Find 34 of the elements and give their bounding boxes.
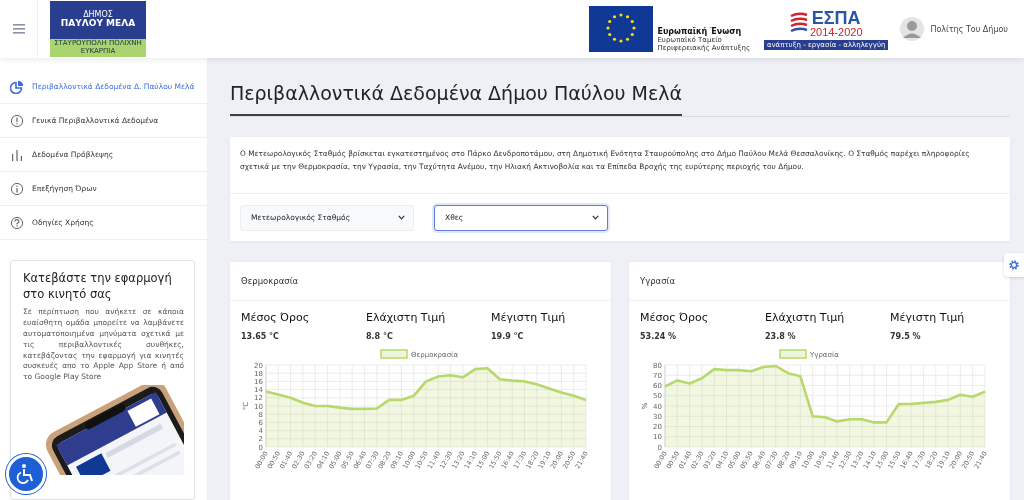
stat-value: 23.8 % — [765, 331, 797, 341]
pie-chart-icon — [10, 79, 24, 94]
stat-value: 79.5 % — [890, 331, 922, 341]
page-title: Περιβαλλοντικά Δεδομένα Δήμου Παύλου Μελά — [230, 82, 683, 116]
eu-title: Ευρωπαϊκή Ένωση — [657, 27, 743, 36]
settings-icon — [1008, 259, 1020, 271]
stat-label: Μέσος Όρος — [241, 310, 311, 324]
flag-stripes-icon — [789, 12, 808, 34]
stat-label: Μέγιστη Τιμή — [890, 310, 966, 324]
card-title: Θερμοκρασία — [230, 261, 611, 301]
stat-label: Μέγιστη Τιμή — [491, 310, 567, 324]
info-icon — [10, 181, 24, 196]
bar-chart-icon — [10, 147, 24, 162]
stat-value: 19.9 °C — [491, 331, 525, 341]
menu-icon — [12, 24, 25, 34]
logo-text: ΔΗΜΟΣ — [83, 11, 113, 20]
alert-icon — [10, 113, 24, 128]
help-icon — [10, 215, 24, 230]
stat-label: Ελάχιστη Τιμή — [366, 310, 447, 324]
stat-label: Ελάχιστη Τιμή — [765, 310, 846, 324]
stat-value: 13.65 °C — [241, 331, 280, 341]
espa-title: ΕΣΠΑ — [811, 8, 861, 27]
stat-value: 8.8 °C — [366, 331, 394, 341]
chevron-down-icon — [398, 215, 405, 221]
stat-label: Μέσος Όρος — [640, 310, 710, 324]
logo-text: ΠΑΥΛΟΥ ΜΕΛΑ — [60, 19, 136, 29]
promo-title: Κατεβάστε την εφαρμογή στο κινητό σας — [23, 271, 173, 303]
espa-years: 2014-2020 — [809, 26, 863, 38]
stat-value: 53.24 % — [640, 331, 678, 341]
user-avatar-icon — [900, 17, 925, 41]
user-menu[interactable]: Πολίτης Του Δήμου — [900, 17, 1008, 41]
settings-button[interactable] — [1004, 253, 1024, 277]
eu-flag-icon — [589, 6, 654, 52]
chevron-down-icon — [592, 215, 599, 221]
